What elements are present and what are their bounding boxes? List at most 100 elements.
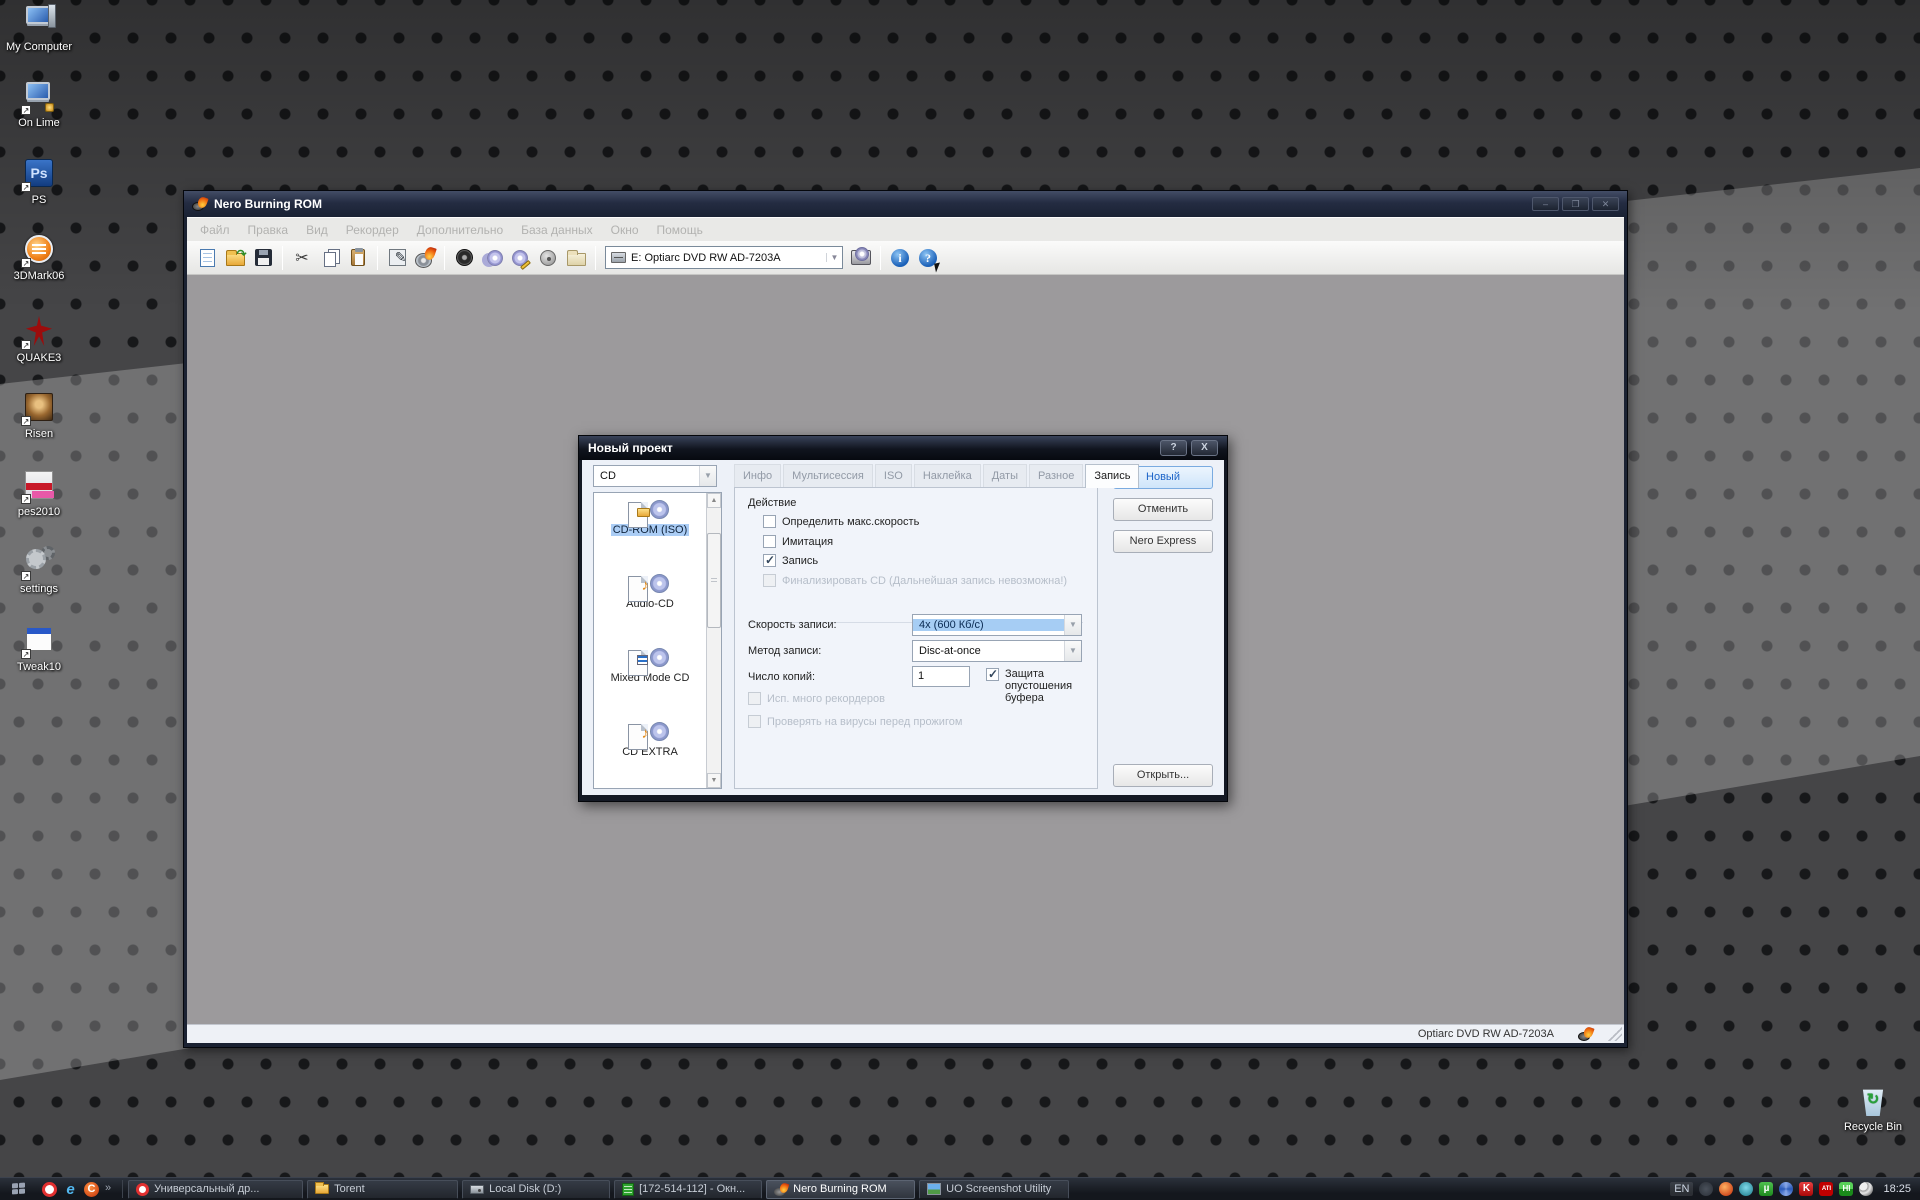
menu-file[interactable]: Файл: [191, 223, 239, 237]
scroll-down-icon[interactable]: ▼: [707, 773, 721, 788]
tab-info[interactable]: Инфо: [734, 464, 781, 487]
checkbox-row-multi-recorder[interactable]: Исп. много рекордеров: [748, 692, 885, 705]
cut-button[interactable]: ✂: [288, 244, 316, 272]
copy-button[interactable]: [316, 244, 344, 272]
tray-cow-icon[interactable]: [1859, 1182, 1873, 1196]
paste-button[interactable]: [344, 244, 372, 272]
start-button[interactable]: [0, 1178, 38, 1200]
save-button[interactable]: [249, 244, 277, 272]
tab-multisession[interactable]: Мультисессия: [783, 464, 873, 487]
disc-images-button[interactable]: [478, 244, 506, 272]
tray-kaspersky-icon[interactable]: K: [1799, 1182, 1813, 1196]
copies-input[interactable]: 1: [912, 666, 970, 687]
task-button-nero[interactable]: Nero Burning ROM: [766, 1180, 915, 1199]
help-button[interactable]: ?: [914, 244, 942, 272]
eject-button[interactable]: [534, 244, 562, 272]
checkbox-checked-icon[interactable]: [763, 554, 776, 567]
desktop-icon-on-lime[interactable]: ↗ On Lime: [2, 80, 76, 129]
checkbox-unchecked-icon[interactable]: [763, 535, 776, 548]
tray-dim-circle-icon[interactable]: [1699, 1182, 1713, 1196]
disc-info-button[interactable]: [506, 244, 534, 272]
task-button-uo-screenshot[interactable]: UO Screenshot Utility: [919, 1180, 1069, 1199]
menu-database[interactable]: База данных: [512, 223, 601, 237]
chevron-down-icon[interactable]: ▼: [826, 253, 842, 262]
burn-button[interactable]: [411, 244, 439, 272]
dialog-titlebar[interactable]: Новый проект ? X: [579, 436, 1227, 460]
language-indicator[interactable]: EN: [1670, 1182, 1693, 1196]
maximize-button[interactable]: ❐: [1562, 197, 1589, 211]
chevron-more-icon[interactable]: »: [105, 1182, 115, 1196]
checkbox-row-write[interactable]: Запись: [763, 554, 818, 567]
desktop-icon-recycle-bin[interactable]: ↻ Recycle Bin: [1836, 1084, 1910, 1133]
close-button[interactable]: ✕: [1592, 197, 1619, 211]
desktop-icon-ps[interactable]: Ps↗ PS: [2, 157, 76, 206]
recorder-button[interactable]: [847, 244, 875, 272]
task-button-172-514-112[interactable]: [172-514-112] - Окн...: [614, 1180, 762, 1199]
menu-edit[interactable]: Правка: [239, 223, 298, 237]
checkbox-unchecked-icon[interactable]: [748, 692, 761, 705]
task-button-opera[interactable]: Универсальный др...: [128, 1180, 303, 1199]
opera-icon[interactable]: [42, 1182, 57, 1197]
info-button[interactable]: i: [886, 244, 914, 272]
list-item-mixed-mode-cd[interactable]: Mixed Mode CD: [594, 641, 706, 715]
drive-selector[interactable]: E: Optiarc DVD RW AD-7203A ▼: [605, 246, 843, 269]
tray-teal-mask-icon[interactable]: [1739, 1182, 1753, 1196]
dialog-help-button[interactable]: ?: [1160, 440, 1187, 456]
list-item-cd-extra[interactable]: ♪ CD EXTRA: [594, 715, 706, 788]
chevron-down-icon[interactable]: ▼: [1064, 641, 1081, 661]
write-compilation-button[interactable]: [383, 244, 411, 272]
desktop-icon-3dmark06[interactable]: ↗ 3DMark06: [2, 233, 76, 282]
chevron-down-icon[interactable]: ▼: [699, 466, 716, 486]
menu-window[interactable]: Окно: [602, 223, 648, 237]
menu-extras[interactable]: Дополнительно: [408, 223, 512, 237]
desktop-icon-quake3[interactable]: ↗ QUAKE3: [2, 315, 76, 364]
resize-grip[interactable]: [1608, 1027, 1622, 1041]
tray-utorrent-icon[interactable]: µ: [1759, 1182, 1773, 1196]
comodo-icon[interactable]: C: [84, 1182, 99, 1197]
checkbox-unchecked-icon[interactable]: [763, 515, 776, 528]
menu-help[interactable]: Помощь: [648, 223, 712, 237]
internet-explorer-icon[interactable]: e: [63, 1182, 78, 1197]
copy-disc-button[interactable]: [450, 244, 478, 272]
menu-view[interactable]: Вид: [297, 223, 337, 237]
window-titlebar[interactable]: Nero Burning ROM – ❐ ✕: [184, 191, 1627, 217]
task-button-local-disk[interactable]: Local Disk (D:): [462, 1180, 610, 1199]
open-button[interactable]: ↷: [221, 244, 249, 272]
open-button[interactable]: Открыть...: [1113, 764, 1213, 787]
cancel-button[interactable]: Отменить: [1113, 498, 1213, 521]
write-speed-select[interactable]: 4x (600 Кб/с) ▼: [912, 614, 1082, 636]
desktop-icon-tweak10[interactable]: ↗ Tweak10: [2, 624, 76, 673]
checkbox-row-simulation[interactable]: Имитация: [763, 535, 833, 548]
list-item-cdrom-iso[interactable]: CD-ROM (ISO): [594, 493, 706, 567]
media-type-select[interactable]: CD ▼: [593, 465, 717, 487]
tab-misc[interactable]: Разное: [1029, 464, 1083, 487]
checkbox-row-buffer-protection[interactable]: Защита опустошения буфера: [986, 668, 1096, 704]
desktop-icon-risen[interactable]: ↗ Risen: [2, 391, 76, 440]
desktop-icon-settings[interactable]: ↗ settings: [2, 546, 76, 595]
tab-label[interactable]: Наклейка: [914, 464, 981, 487]
task-button-torent[interactable]: Torent: [307, 1180, 458, 1199]
dialog-close-button[interactable]: X: [1191, 440, 1218, 456]
new-compilation-button[interactable]: [193, 244, 221, 272]
tray-hi-icon[interactable]: HI: [1839, 1182, 1853, 1196]
nero-express-button[interactable]: Nero Express: [1113, 530, 1213, 553]
tray-swirl-icon[interactable]: [1779, 1182, 1793, 1196]
desktop-icon-my-computer[interactable]: My Computer: [2, 4, 76, 53]
minimize-button[interactable]: –: [1532, 197, 1559, 211]
tray-orange-shield-icon[interactable]: [1719, 1182, 1733, 1196]
tab-dates[interactable]: Даты: [983, 464, 1027, 487]
list-item-audio-cd[interactable]: ♪ Audio-CD: [594, 567, 706, 641]
scrollbar-thumb[interactable]: [707, 533, 721, 628]
write-method-select[interactable]: Disc-at-once ▼: [912, 640, 1082, 662]
tray-ati-icon[interactable]: ATI: [1819, 1182, 1833, 1196]
tab-iso[interactable]: ISO: [875, 464, 912, 487]
checkbox-row-virus-check[interactable]: Проверять на вирусы перед прожигом: [748, 715, 962, 728]
tab-burn[interactable]: Запись: [1085, 464, 1139, 488]
desktop-icon-pes2010[interactable]: ↗ pes2010: [2, 469, 76, 518]
chevron-down-icon[interactable]: ▼: [1064, 615, 1081, 635]
browse-button[interactable]: [562, 244, 590, 272]
menu-recorder[interactable]: Рекордер: [337, 223, 408, 237]
scroll-up-icon[interactable]: ▲: [707, 493, 721, 508]
checkbox-unchecked-icon[interactable]: [748, 715, 761, 728]
checkbox-checked-icon[interactable]: [986, 668, 999, 681]
